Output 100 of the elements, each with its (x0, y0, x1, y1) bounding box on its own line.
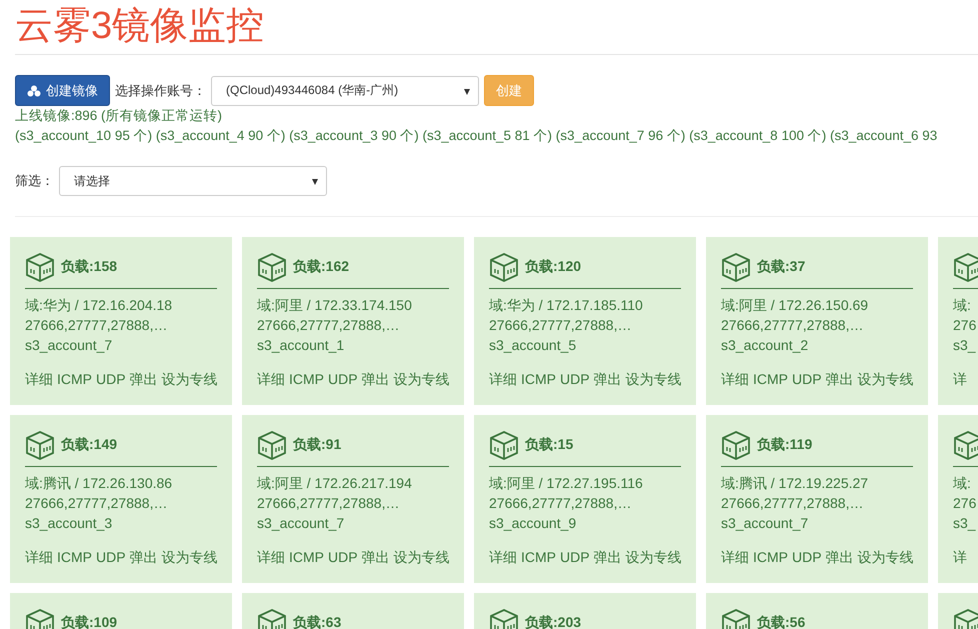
load-label: 负载:158 (61, 258, 118, 276)
load-label: 负载:91 (293, 436, 342, 454)
domain-ip-text: 域: (953, 296, 972, 315)
action-link[interactable]: 详细 (25, 549, 53, 567)
load-label: 负载:149 (61, 436, 118, 454)
filter-select[interactable]: 请选择 (59, 166, 327, 196)
ports-text: 27666,27777,27888,… (489, 494, 632, 513)
ports-text: 276 (953, 494, 978, 513)
action-link[interactable]: 详细 (489, 549, 517, 567)
ports-text: 27666,27777,27888,… (489, 316, 632, 335)
domain-ip-text: 域: (953, 474, 972, 493)
action-link[interactable]: 弹出 (130, 371, 158, 389)
account-text: s3_account_5 (489, 336, 578, 355)
cube-icon (25, 252, 55, 282)
load-label: 负载:56 (757, 614, 806, 629)
action-link[interactable]: 弹出 (594, 371, 622, 389)
load-label: 负载:162 (293, 258, 350, 276)
action-link[interactable]: 弹出 (826, 371, 854, 389)
cube-icon (25, 608, 55, 629)
ports-text: 27666,27777,27888,… (25, 494, 168, 513)
account-select[interactable]: (QCloud)493446084 (华南-广州) (211, 76, 479, 106)
account-text: s3_account_7 (721, 514, 810, 533)
cube-icon (489, 608, 519, 629)
domain-ip-text: 域:阿里 / 172.26.150.69 (721, 296, 870, 315)
filter-label: 筛选： (15, 172, 54, 190)
action-link[interactable]: ICMP (289, 549, 324, 567)
cube-icon (489, 430, 519, 460)
cube-icon (489, 252, 519, 282)
action-link[interactable]: 弹出 (130, 549, 158, 567)
cube-icon (721, 252, 751, 282)
action-link[interactable]: UDP (96, 371, 126, 389)
cube-icon (257, 252, 287, 282)
cube-icon (257, 430, 287, 460)
ports-text: 27666,27777,27888,… (257, 316, 400, 335)
action-link[interactable]: 详 (953, 549, 967, 567)
page-title: 云雾3镜像监控 (15, 4, 266, 48)
action-link[interactable]: 详 (953, 371, 967, 389)
action-link[interactable]: 设为专线 (162, 371, 218, 389)
account-label: 选择操作账号： (115, 82, 206, 100)
account-text: s3_account_3 (25, 514, 114, 533)
account-text: s3_account_7 (25, 336, 114, 355)
account-text: s3_ (953, 336, 977, 355)
action-link[interactable]: 设为专线 (858, 549, 914, 567)
ports-text: 27666,27777,27888,… (257, 494, 400, 513)
action-link[interactable]: ICMP (57, 371, 92, 389)
load-label: 负载:37 (757, 258, 806, 276)
action-link[interactable]: 详细 (721, 549, 749, 567)
action-link[interactable]: UDP (328, 371, 358, 389)
domain-ip-text: 域:阿里 / 172.33.174.150 (257, 296, 413, 315)
account-text: s3_account_2 (721, 336, 810, 355)
load-label: 负载:120 (525, 258, 582, 276)
action-link[interactable]: UDP (96, 549, 126, 567)
action-link[interactable]: 设为专线 (394, 549, 450, 567)
cubes-icon (27, 84, 41, 96)
action-link[interactable]: ICMP (753, 371, 788, 389)
caret-icon (464, 88, 470, 94)
action-link[interactable]: 设为专线 (394, 371, 450, 389)
action-link[interactable]: ICMP (753, 549, 788, 567)
cube-icon (25, 430, 55, 460)
action-link[interactable]: 设为专线 (858, 371, 914, 389)
action-link[interactable]: ICMP (289, 371, 324, 389)
cube-icon (257, 608, 287, 629)
action-link[interactable]: UDP (560, 549, 590, 567)
account-text: s3_ (953, 514, 977, 533)
load-label: 负载:15 (525, 436, 574, 454)
cube-icon (721, 608, 751, 629)
action-link[interactable]: 设为专线 (162, 549, 218, 567)
domain-ip-text: 域:华为 / 172.16.204.18 (25, 296, 174, 315)
action-link[interactable]: UDP (328, 549, 358, 567)
cube-icon (953, 430, 978, 460)
account-text: s3_account_9 (489, 514, 578, 533)
action-link[interactable]: 设为专线 (626, 549, 682, 567)
action-link[interactable]: ICMP (521, 549, 556, 567)
action-link[interactable]: UDP (560, 371, 590, 389)
action-link[interactable]: 详细 (257, 371, 285, 389)
action-link[interactable]: UDP (792, 371, 822, 389)
ports-text: 27666,27777,27888,… (721, 494, 864, 513)
action-link[interactable]: 详细 (257, 549, 285, 567)
action-link[interactable]: 弹出 (362, 549, 390, 567)
action-link[interactable]: ICMP (521, 371, 556, 389)
ports-text: 276 (953, 316, 978, 335)
action-link[interactable]: ICMP (57, 549, 92, 567)
cube-icon (721, 430, 751, 460)
action-link[interactable]: 弹出 (362, 371, 390, 389)
action-link[interactable]: 详细 (721, 371, 749, 389)
action-link[interactable]: 弹出 (826, 549, 854, 567)
action-link[interactable]: 详细 (25, 371, 53, 389)
action-link[interactable]: 弹出 (594, 549, 622, 567)
caret-icon (312, 179, 318, 185)
create-image-button[interactable]: 创建镜像 (15, 75, 110, 106)
domain-ip-text: 域:华为 / 172.17.185.110 (489, 296, 644, 315)
account-counts: (s3_account_10 95 个) (s3_account_4 90 个) (s3_account_3 90 个) (s3_account_5 81 个) (s3_account_7 96 个) (s3_account_8 100 个) (s3_account_6 93 (15, 127, 938, 145)
account-text: s3_account_7 (257, 514, 346, 533)
action-link[interactable]: 详细 (489, 371, 517, 389)
action-link[interactable]: UDP (792, 549, 822, 567)
action-link[interactable]: 设为专线 (626, 371, 682, 389)
domain-ip-text: 域:阿里 / 172.27.195.116 (489, 474, 644, 493)
online-summary: 上线镜像:896 (所有镜像正常运转) (15, 107, 224, 125)
domain-ip-text: 域:腾讯 / 172.19.225.27 (721, 474, 870, 493)
domain-ip-text: 域:腾讯 / 172.26.130.86 (25, 474, 174, 493)
